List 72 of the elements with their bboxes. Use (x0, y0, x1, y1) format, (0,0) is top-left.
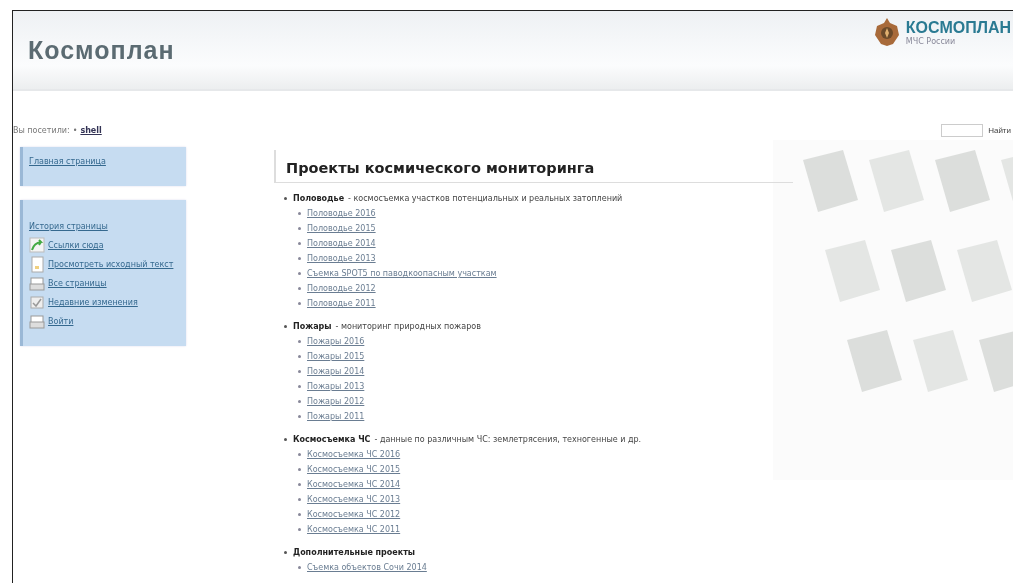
project-link[interactable]: Съемка объектов Сочи 2014 (307, 563, 427, 572)
section-title: Пожары (293, 322, 332, 331)
bullet-icon (298, 566, 301, 569)
bullet-icon (298, 385, 301, 388)
bullet-icon (298, 272, 301, 275)
project-link[interactable]: Половодье 2012 (307, 284, 376, 293)
checklist-icon (29, 294, 45, 311)
breadcrumb-link[interactable]: shell (80, 126, 102, 135)
section-title: Дополнительные проекты (293, 548, 416, 557)
bullet-icon (298, 453, 301, 456)
arrow-icon (29, 237, 45, 254)
project-link[interactable]: Половодье 2011 (307, 299, 376, 308)
breadcrumb-label: Вы посетили: (13, 126, 70, 135)
bullet-icon (298, 513, 301, 516)
search-field[interactable] (941, 124, 984, 137)
sidebar-link[interactable]: Войти (48, 317, 74, 326)
sidebar-link[interactable]: Просмотреть исходный текст (48, 260, 174, 269)
sidebar-link[interactable]: Ссылки сюда (48, 241, 104, 250)
project-link[interactable]: Пожары 2015 (307, 352, 365, 361)
sidebar-link[interactable]: Недавние изменения (48, 298, 138, 307)
page-heading: Проекты космического мониторинга (286, 160, 596, 176)
bullet-icon (298, 415, 301, 418)
site-title: Космоплан (28, 35, 175, 65)
tray-icon (29, 313, 45, 330)
project-link[interactable]: Пожары 2016 (307, 337, 365, 346)
section-description: - мониторинг природных пожаров (335, 322, 481, 331)
section-description: - космосъемка участков потенциальных и реальных затоплений (348, 194, 623, 203)
project-link[interactable]: Космосъемка ЧС 2016 (307, 450, 401, 459)
bullet-icon (284, 551, 287, 554)
project-link[interactable]: Пожары 2012 (307, 397, 365, 406)
project-link[interactable]: Космосъемка ЧС 2012 (307, 510, 401, 519)
sidebar-link[interactable]: История страницы (29, 222, 108, 231)
project-link[interactable]: Космосъемка ЧС 2015 (307, 465, 401, 474)
sidebar-link[interactable]: Главная страница (29, 157, 106, 166)
section-title: Космосъемка ЧС (293, 435, 371, 444)
bullet-icon (298, 468, 301, 471)
section-description: - данные по различным ЧС: землетрясения, техногенные и др. (374, 435, 642, 444)
emblem-icon (873, 17, 900, 47)
breadcrumb-separator: • (72, 126, 78, 135)
bullet-icon (284, 438, 287, 441)
bullet-icon (298, 212, 301, 215)
project-link[interactable]: Пожары 2014 (307, 367, 365, 376)
bullet-icon (298, 287, 301, 290)
project-link[interactable]: Половодье 2014 (307, 239, 376, 248)
bullet-icon (298, 355, 301, 358)
bullet-icon (298, 227, 301, 230)
bullet-icon (298, 302, 301, 305)
bullet-icon (298, 257, 301, 260)
bullet-icon (284, 325, 287, 328)
project-link[interactable]: Половодье 2016 (307, 209, 376, 218)
project-link[interactable]: Пожары 2013 (307, 382, 365, 391)
bullet-icon (298, 498, 301, 501)
sidebar-link[interactable]: Все страницы (48, 279, 107, 288)
project-link[interactable]: Половодье 2013 (307, 254, 376, 263)
document-icon (29, 256, 45, 273)
project-link[interactable]: Космосъемка ЧС 2013 (307, 495, 401, 504)
project-link[interactable]: Космосъемка ЧС 2014 (307, 480, 401, 489)
bullet-icon (298, 528, 301, 531)
project-link[interactable]: Половодье 2015 (307, 224, 376, 233)
tray-icon (29, 275, 45, 292)
bullet-icon (298, 242, 301, 245)
bullet-icon (298, 340, 301, 343)
bullet-icon (298, 400, 301, 403)
project-link[interactable]: Пожары 2011 (307, 412, 365, 421)
project-link[interactable]: Космосъемка ЧС 2011 (307, 525, 401, 534)
bullet-icon (298, 370, 301, 373)
section-title: Половодье (293, 194, 345, 203)
logo-subtitle: МЧС России (905, 36, 957, 46)
bullet-icon (298, 483, 301, 486)
logo-title: КОСМОПЛАН (905, 18, 1011, 37)
bullet-icon (284, 197, 287, 200)
project-link[interactable]: Съемка SPOT5 по паводкоопасным участкам (307, 269, 497, 278)
